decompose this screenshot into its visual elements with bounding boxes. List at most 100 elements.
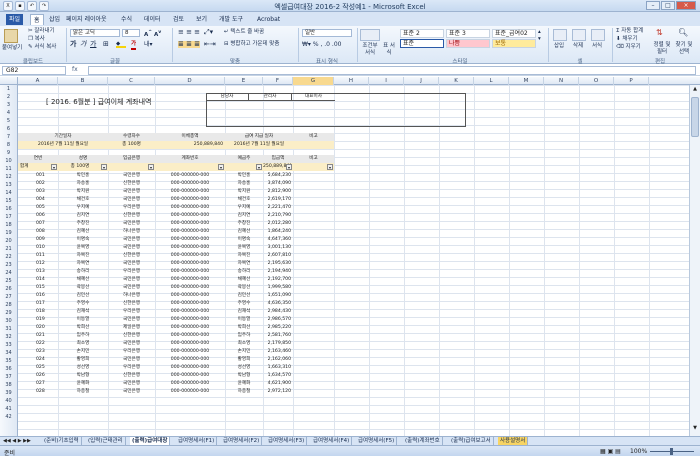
row-header-7[interactable]: 7 [0,133,17,141]
record-seq[interactable]: 001 [36,172,58,180]
tab-acrobat[interactable]: Acrobat [254,14,283,25]
minimize-button[interactable]: – [646,1,660,10]
italic-icon[interactable]: 가 [80,41,86,48]
record-amount[interactable]: 2,619,170 [263,196,291,204]
row-header-11[interactable]: 11 [0,165,17,173]
column-header-g[interactable]: G [293,77,334,85]
record-seq[interactable]: 012 [36,260,58,268]
record-name[interactable]: 윤혜화 [58,380,108,388]
record-holder[interactable]: 김지연 [225,212,263,220]
record-account[interactable]: 000-000000-000 [155,332,225,340]
column-header-l[interactable]: L [474,77,509,85]
record-amount[interactable]: 2,972,120 [263,388,291,396]
insert-cells-button[interactable]: 삽입 [554,43,564,50]
column-header-e[interactable]: E [225,77,263,85]
record-bank[interactable]: 우리은행 [108,348,155,356]
record-holder[interactable]: 하종철 [225,388,263,396]
row-header-30[interactable]: 30 [0,317,17,325]
record-account[interactable]: 000-000000-000 [155,260,225,268]
record-account[interactable]: 000-000000-000 [155,380,225,388]
filter-dropdown-icon[interactable]: ▾ [256,164,262,170]
record-account[interactable]: 000-000000-000 [155,372,225,380]
record-account[interactable]: 000-000000-000 [155,212,225,220]
cut-button[interactable]: ✂ 잘라내기 [28,28,55,35]
style-payroll-02[interactable]: 표준_급여02 [492,29,536,38]
record-holder[interactable]: 송하리 [225,268,263,276]
record-holder[interactable]: 김민선 [225,292,263,300]
row-header-19[interactable]: 19 [0,229,17,237]
record-seq[interactable]: 007 [36,220,58,228]
record-seq[interactable]: 011 [36,252,58,260]
row-header-15[interactable]: 15 [0,197,17,205]
record-bank[interactable]: 국민은행 [108,284,155,292]
record-amount[interactable]: 2,221,470 [263,204,291,212]
record-amount[interactable]: 1,634,570 [263,372,291,380]
record-account[interactable]: 000-000000-000 [155,188,225,196]
record-holder[interactable]: 주창진 [225,220,263,228]
row-header-14[interactable]: 14 [0,189,17,197]
record-name[interactable]: 송하리 [58,268,108,276]
summary-note[interactable] [293,141,334,149]
record-seq[interactable]: 010 [36,244,58,252]
record-account[interactable]: 000-000000-000 [155,388,225,396]
fill-color-icon[interactable]: ◆ [116,41,126,48]
record-holder[interactable]: 임주하 [225,332,263,340]
tab-insert[interactable]: 삽입 [46,14,63,25]
record-amount[interactable]: 2,986,570 [263,316,291,324]
record-seq[interactable]: 024 [36,356,58,364]
scroll-down-icon[interactable]: ▼ [691,425,699,433]
row-header-40[interactable]: 40 [0,397,17,405]
row-header-20[interactable]: 20 [0,237,17,245]
summary-total[interactable]: 250,889,840 [155,141,223,149]
record-account[interactable]: 000-000000-000 [155,356,225,364]
record-name[interactable]: 최소영 [58,340,108,348]
excel-app-icon[interactable]: X [3,1,13,11]
sheet-tab-6[interactable]: 급여명세서(F4) [311,437,353,445]
filter-dropdown-icon[interactable]: ▾ [218,164,224,170]
record-seq[interactable]: 003 [36,188,58,196]
record-amount[interactable]: 2,192,700 [263,276,291,284]
record-amount[interactable]: 3,001,130 [263,244,291,252]
row-header-25[interactable]: 25 [0,277,17,285]
orientation-icon[interactable]: ⤢▾ [204,29,213,36]
record-holder[interactable]: 손지민 [225,348,263,356]
record-bank[interactable]: 국민은행 [108,196,155,204]
row-header-2[interactable]: 2 [0,93,17,101]
currency-icon[interactable]: ₩▾ % , .0 .00 [302,41,341,48]
tab-review[interactable]: 검토 [170,14,187,25]
column-header-n[interactable]: N [544,77,579,85]
record-seq[interactable]: 017 [36,300,58,308]
filter-dropdown-icon[interactable]: ▾ [327,164,333,170]
wrap-text-button[interactable]: ↵ 텍스트 줄 바꿈 [224,29,264,36]
record-name[interactable]: 황영희 [58,356,108,364]
border-icon[interactable]: ⊞ [103,41,109,48]
font-name-select[interactable]: 맑은 고딕 [70,29,120,37]
record-seq[interactable]: 013 [36,268,58,276]
record-account[interactable]: 000-000000-000 [155,276,225,284]
row-header-38[interactable]: 38 [0,381,17,389]
record-account[interactable]: 000-000000-000 [155,324,225,332]
record-bank[interactable]: 우리은행 [108,364,155,372]
record-bank[interactable]: 국민은행 [108,276,155,284]
record-amount[interactable]: 1,663,310 [263,364,291,372]
record-holder[interactable]: 차복진 [225,252,263,260]
row-header-1[interactable]: 1 [0,85,17,93]
font-size-select[interactable]: 8 [122,29,140,37]
record-bank[interactable]: 하나은행 [108,292,155,300]
record-holder[interactable]: 차복연 [225,260,263,268]
record-holder[interactable]: 최소영 [225,340,263,348]
row-header-39[interactable]: 39 [0,389,17,397]
record-name[interactable]: 윤복영 [58,244,108,252]
record-holder[interactable]: 박지원 [225,188,263,196]
record-name[interactable]: 박남형 [58,372,108,380]
record-account[interactable]: 000-000000-000 [155,284,225,292]
style-normal[interactable]: 표준 [400,39,444,48]
filter-dropdown-icon[interactable]: ▾ [51,164,57,170]
filter-dropdown-icon[interactable]: ▾ [148,164,154,170]
record-name[interactable]: 주영수 [58,300,108,308]
sort-filter-icon[interactable]: ⇅ [656,29,663,37]
record-seq[interactable]: 028 [36,388,58,396]
record-name[interactable]: 하종철 [58,388,108,396]
record-name[interactable]: 김재석 [58,308,108,316]
record-name[interactable]: 박민홍 [58,172,108,180]
